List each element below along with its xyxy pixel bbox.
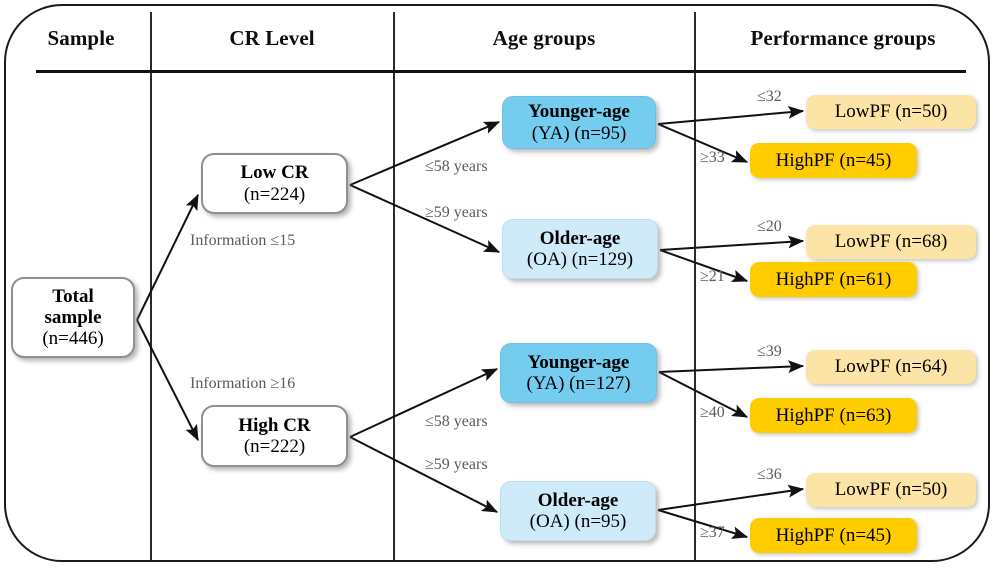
cutoff-le39-label: ≤39 (757, 343, 782, 360)
younger-age-high-cr-node: Younger-age (YA) (n=127) (500, 343, 657, 403)
cutoff-le32-label: ≤32 (757, 88, 782, 105)
highpf-ya-high-cr-label: HighPF (n=63) (775, 404, 892, 426)
information-low-cr-label: Information ≤15 (190, 232, 296, 249)
arrow-total-to-high-cr (136, 319, 199, 442)
flowchart-canvas: Sample CR Level Age groups Performance g… (0, 0, 1002, 572)
cutoff-le20-label: ≤20 (757, 218, 782, 235)
arrow-total-to-low-cr (136, 193, 199, 321)
older-age-high-cr-node: Older-age (OA) (n=95) (500, 481, 656, 541)
column-divider-2 (393, 12, 395, 560)
highpf-oa-high-cr-node: HighPF (n=45) (750, 518, 917, 553)
column-divider-1 (150, 12, 152, 560)
lowpf-oa-low-cr-node: LowPF (n=68) (806, 225, 976, 259)
age-ge59-low-cr-label: ≥59 years (425, 204, 488, 221)
younger-age-low-cr-node: Younger-age (YA) (n=95) (502, 96, 656, 149)
high-cr-count: (n=222) (243, 436, 306, 457)
age-ge59-high-cr-label: ≥59 years (425, 456, 488, 473)
younger-age-low-cr-count: (YA) (n=95) (531, 122, 627, 144)
arrow-ya2-to-lowpf (658, 360, 805, 374)
younger-age-low-cr-label: Younger-age (528, 101, 630, 123)
information-high-cr-label: Information ≥16 (190, 375, 296, 392)
lowpf-oa-high-cr-label: LowPF (n=50) (834, 479, 948, 501)
highpf-oa-low-cr-node: HighPF (n=61) (750, 262, 917, 297)
highpf-ya-low-cr-label: HighPF (n=45) (775, 149, 892, 171)
lowpf-ya-high-cr-node: LowPF (n=64) (806, 350, 976, 384)
older-age-high-cr-count: (OA) (n=95) (529, 511, 627, 532)
column-header-age-groups: Age groups (492, 26, 596, 50)
low-cr-count: (n=224) (243, 183, 306, 205)
arrow-oa1-to-lowpf (659, 235, 805, 251)
younger-age-high-cr-label: Younger-age (527, 351, 630, 373)
high-cr-node: High CR (n=222) (201, 405, 348, 467)
column-header-performance-groups: Performance groups (750, 26, 936, 50)
older-age-high-cr-label: Older-age (537, 489, 619, 511)
highpf-ya-low-cr-node: HighPF (n=45) (750, 143, 917, 178)
lowpf-ya-high-cr-label: LowPF (n=64) (834, 356, 948, 378)
lowpf-ya-low-cr-label: LowPF (n=50) (834, 101, 948, 123)
highpf-oa-low-cr-label: HighPF (n=61) (775, 268, 892, 290)
arrow-ya1-to-lowpf (657, 105, 805, 125)
low-cr-label: Low CR (240, 162, 309, 184)
arrow-high-cr-to-oa (349, 436, 499, 513)
total-sample-line1: Total (52, 285, 94, 307)
column-header-cr-level: CR Level (229, 26, 315, 50)
highpf-oa-high-cr-label: HighPF (n=45) (775, 524, 892, 546)
column-header-sample: Sample (47, 26, 115, 50)
younger-age-high-cr-count: (YA) (n=127) (526, 373, 631, 394)
lowpf-oa-low-cr-label: LowPF (n=68) (834, 231, 948, 253)
age-le58-high-cr-label: ≤58 years (425, 413, 488, 430)
cutoff-ge21-label: ≥21 (700, 268, 725, 285)
cutoff-le36-label: ≤36 (757, 466, 782, 483)
high-cr-label: High CR (238, 414, 311, 436)
cutoff-ge37-label: ≥37 (700, 524, 725, 541)
lowpf-oa-high-cr-node: LowPF (n=50) (806, 473, 976, 507)
older-age-low-cr-label: Older-age (539, 227, 621, 249)
cutoff-ge33-label: ≥33 (700, 149, 725, 166)
total-sample-line2: sample (44, 306, 102, 328)
cutoff-ge40-label: ≥40 (700, 404, 725, 421)
highpf-ya-high-cr-node: HighPF (n=63) (750, 398, 917, 433)
header-separator-rule (36, 70, 966, 73)
lowpf-ya-low-cr-node: LowPF (n=50) (806, 95, 976, 129)
age-le58-low-cr-label: ≤58 years (425, 158, 488, 175)
arrow-oa2-to-lowpf (657, 484, 805, 511)
column-divider-3 (694, 12, 696, 560)
low-cr-node: Low CR (n=224) (201, 153, 348, 214)
older-age-low-cr-node: Older-age (OA) (n=129) (502, 219, 658, 279)
total-sample-count: (n=446) (42, 328, 104, 350)
older-age-low-cr-count: (OA) (n=129) (526, 249, 634, 270)
total-sample-node: Total sample (n=446) (11, 277, 135, 358)
